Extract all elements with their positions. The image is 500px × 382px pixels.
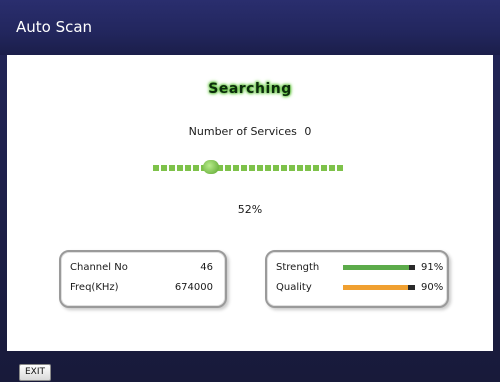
strength-label: Strength <box>276 262 320 273</box>
scan-panel: Searching Number of Services 0 52% Chann… <box>7 55 493 351</box>
strength-bar-fill <box>343 265 409 270</box>
page-title: Auto Scan <box>16 18 93 36</box>
signal-info-box: Strength 91% Quality 90% <box>265 250 449 308</box>
exit-button[interactable]: EXIT <box>19 364 52 381</box>
title-bar: Auto Scan <box>0 0 500 55</box>
freq-label: Freq(KHz) <box>70 282 119 293</box>
strength-row: Strength 91% <box>267 260 447 276</box>
services-count: Number of Services 0 <box>7 125 493 138</box>
channel-row: Channel No 46 <box>61 260 225 276</box>
services-label: Number of Services <box>188 125 297 138</box>
channel-info-box: Channel No 46 Freq(KHz) 674000 <box>59 250 227 308</box>
auto-scan-screen: Auto Scan Searching Number of Services 0… <box>0 0 500 382</box>
channel-value: 46 <box>200 262 213 273</box>
freq-row: Freq(KHz) 674000 <box>61 280 225 296</box>
scan-percent: 52% <box>237 203 263 216</box>
scan-progress-indicator <box>202 160 219 174</box>
quality-label: Quality <box>276 282 312 293</box>
services-value: 0 <box>304 125 312 138</box>
scan-progress-track <box>153 165 345 171</box>
channel-label: Channel No <box>70 262 128 273</box>
strength-bar <box>343 265 415 270</box>
scan-status: Searching <box>208 81 292 97</box>
quality-bar-fill <box>343 285 408 290</box>
quality-bar <box>343 285 415 290</box>
freq-value: 674000 <box>174 282 213 293</box>
quality-row: Quality 90% <box>267 280 447 296</box>
quality-value: 90% <box>421 282 444 293</box>
strength-value: 91% <box>421 262 444 273</box>
